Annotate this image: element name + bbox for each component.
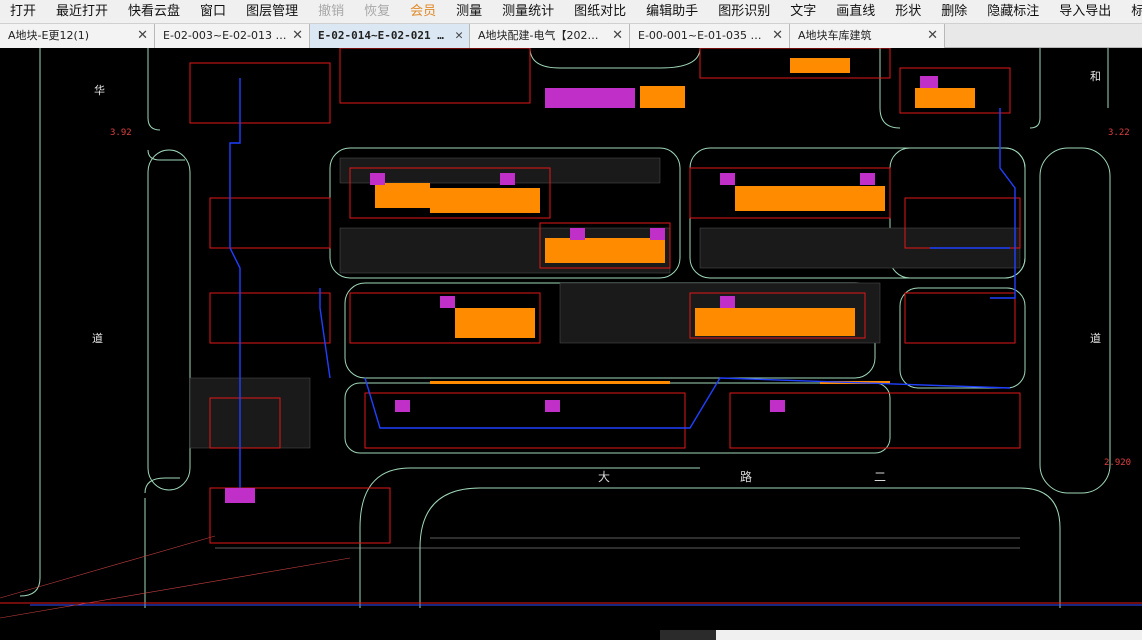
status-panel-left bbox=[660, 630, 716, 640]
menu-delete[interactable]: 删除 bbox=[931, 0, 977, 23]
elevation-marker-bottom: 2.920 bbox=[1104, 458, 1132, 468]
menu-text[interactable]: 文字 bbox=[780, 0, 826, 23]
road-label-dao-left: 道 bbox=[92, 332, 103, 345]
tab-e02-014[interactable]: E-02-014~E-02-021 … ✕ bbox=[310, 24, 470, 48]
menu-recent-open[interactable]: 最近打开 bbox=[46, 0, 118, 23]
menu-hide-annotations[interactable]: 隐藏标注 bbox=[977, 0, 1049, 23]
menu-open[interactable]: 打开 bbox=[0, 0, 46, 23]
elevation-marker-left: 3.92 bbox=[110, 128, 132, 138]
road-label-er: 二 bbox=[874, 470, 887, 484]
close-icon[interactable]: ✕ bbox=[772, 24, 783, 48]
menu-layer-manager[interactable]: 图层管理 bbox=[236, 0, 308, 23]
close-icon[interactable]: ✕ bbox=[612, 24, 623, 48]
menu-import-export[interactable]: 导入导出 bbox=[1049, 0, 1121, 23]
menu-draw-line[interactable]: 画直线 bbox=[826, 0, 885, 23]
tab-e02-003[interactable]: E-02-003~E-02-013 … ✕ bbox=[155, 24, 310, 48]
tab-label: E-02-003~E-02-013 … bbox=[163, 29, 287, 42]
close-icon[interactable]: ✕ bbox=[455, 24, 463, 48]
status-panel-right bbox=[716, 630, 1142, 640]
status-bar bbox=[0, 630, 1142, 640]
tab-label: E-02-014~E-02-021 … bbox=[318, 29, 444, 42]
site-plan-drawing bbox=[0, 48, 1142, 619]
tab-e00-001[interactable]: E-00-001~E-01-035 … ✕ bbox=[630, 24, 790, 48]
menu-measure-stats[interactable]: 测量统计 bbox=[492, 0, 564, 23]
menu-window[interactable]: 窗口 bbox=[190, 0, 236, 23]
menu-member[interactable]: 会员 bbox=[400, 0, 446, 23]
close-icon[interactable]: ✕ bbox=[292, 24, 303, 48]
road-label-lu: 路 bbox=[740, 470, 753, 484]
drawing-canvas[interactable]: 华 和 道 道 大 路 二 3.92 3.22 2.920 bbox=[0, 48, 1142, 640]
menu-redo[interactable]: 恢复 bbox=[354, 0, 400, 23]
menu-cloud-disk[interactable]: 快看云盘 bbox=[118, 0, 190, 23]
road-label-dao-right: 道 bbox=[1090, 332, 1101, 345]
elevation-marker-right: 3.22 bbox=[1108, 128, 1130, 138]
menu-compare-drawings[interactable]: 图纸对比 bbox=[564, 0, 636, 23]
menu-edit-assistant[interactable]: 编辑助手 bbox=[636, 0, 708, 23]
tab-label: A地块配建-电气【202… bbox=[478, 29, 599, 42]
menu-bar: 打开 最近打开 快看云盘 窗口 图层管理 撤销 恢复 会员 测量 测量统计 图纸… bbox=[0, 0, 1142, 24]
tab-label: A地块车库建筑 bbox=[798, 29, 872, 42]
road-label-he: 和 bbox=[1090, 70, 1101, 83]
tab-a-plot-garage[interactable]: A地块车库建筑 ✕ bbox=[790, 24, 945, 48]
road-label-da: 大 bbox=[598, 470, 611, 484]
tab-label: E-00-001~E-01-035 … bbox=[638, 29, 762, 42]
road-label-hua: 华 bbox=[94, 84, 105, 97]
tab-a-plot-e12[interactable]: A地块-E更12(1) ✕ bbox=[0, 24, 155, 48]
document-tab-bar: A地块-E更12(1) ✕ E-02-003~E-02-013 … ✕ E-02… bbox=[0, 24, 1142, 48]
menu-undo[interactable]: 撤销 bbox=[308, 0, 354, 23]
close-icon[interactable]: ✕ bbox=[927, 24, 938, 48]
menu-shapes[interactable]: 形状 bbox=[885, 0, 931, 23]
menu-measure[interactable]: 测量 bbox=[446, 0, 492, 23]
menu-annotate[interactable]: 标注 bbox=[1121, 0, 1142, 23]
close-icon[interactable]: ✕ bbox=[137, 24, 148, 48]
tab-a-plot-electrical[interactable]: A地块配建-电气【202… ✕ bbox=[470, 24, 630, 48]
tab-label: A地块-E更12(1) bbox=[8, 29, 90, 42]
menu-shape-recognition[interactable]: 图形识别 bbox=[708, 0, 780, 23]
